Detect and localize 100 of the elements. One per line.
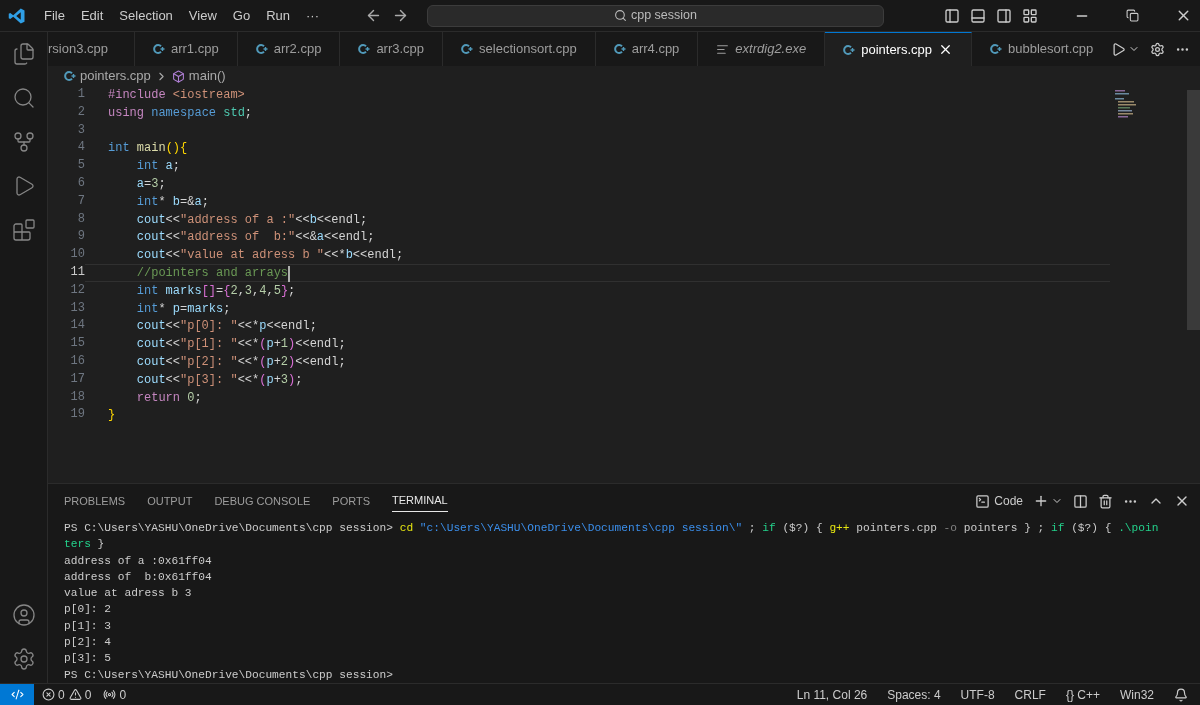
status-item[interactable]: CRLF xyxy=(1014,685,1046,704)
tab-label: selectionsort.cpp xyxy=(479,40,577,59)
panel-tab[interactable]: DEBUG CONSOLE xyxy=(214,490,311,512)
search-text: cpp session xyxy=(631,7,697,25)
line-number: 5 xyxy=(76,157,85,175)
terminal-line: p[0]: 2 xyxy=(64,602,112,618)
search-field[interactable]: cpp session xyxy=(427,4,884,27)
status-item[interactable]: UTF-8 xyxy=(960,685,995,704)
breadcrumb-item[interactable]: main() xyxy=(188,66,226,86)
cpp-file-icon xyxy=(461,43,474,55)
breadcrumb-item[interactable]: pointers.cpp xyxy=(80,66,151,86)
bell-icon[interactable] xyxy=(1174,687,1188,702)
code-line: int a; xyxy=(135,158,181,174)
tab-label: arr4.cpp xyxy=(631,40,680,59)
code-line: cout<<"p[1]: "<<*(p+1)<<endl; xyxy=(135,336,346,352)
explorer-icon[interactable] xyxy=(11,42,36,66)
code-line: #include <iostream> xyxy=(108,87,245,103)
cpp-file-icon xyxy=(613,43,626,55)
restore-icon[interactable] xyxy=(1126,9,1139,22)
account-icon[interactable] xyxy=(11,603,36,627)
warning-icon xyxy=(68,688,82,701)
tab-label: rsion3.cpp xyxy=(48,40,108,59)
close-tab-icon[interactable] xyxy=(938,42,953,57)
terminal-name[interactable]: Code xyxy=(994,492,1023,510)
code-line: int main(){ xyxy=(108,140,188,157)
scrollbar-thumb[interactable] xyxy=(1187,90,1200,330)
terminal-line: PS C:\Users\YASHU\OneDrive\Documents\cpp session> xyxy=(64,667,394,683)
cpp-file-icon xyxy=(153,43,165,55)
code-line: cout<<"p[3]: "<<*(p+3); xyxy=(135,371,303,388)
code-line: cout<<"address of a :"<<b<<endl; xyxy=(135,211,368,228)
status-item[interactable]: Win32 xyxy=(1120,685,1154,704)
tab-label: pointers.cpp xyxy=(861,40,932,59)
ports-count[interactable]: 0 xyxy=(119,685,127,704)
line-number: 1 xyxy=(76,86,85,103)
line-number: 6 xyxy=(76,175,85,192)
source-control-icon[interactable] xyxy=(11,130,36,154)
status-item[interactable]: Ln 11, Col 26 xyxy=(796,685,868,704)
run-icon[interactable] xyxy=(1111,41,1126,57)
tab-label: arr3.cpp xyxy=(376,40,425,59)
text-file-icon xyxy=(716,42,730,56)
menu-item[interactable]: File xyxy=(36,5,73,26)
line-number: 12 xyxy=(69,281,85,299)
panel-tab[interactable]: PROBLEMS xyxy=(64,490,126,512)
menu-item[interactable]: Go xyxy=(224,5,259,26)
code-line: a=3; xyxy=(135,176,166,192)
extensions-icon[interactable] xyxy=(11,218,36,242)
status-item[interactable]: Spaces: 4 xyxy=(887,685,941,704)
cube-icon xyxy=(171,69,185,83)
tab-label: bubblesort.cpp xyxy=(1008,40,1094,59)
settings-icon[interactable] xyxy=(1150,41,1165,57)
add-icon[interactable] xyxy=(1033,493,1049,509)
terminal-line: address of a :0x61ff04 xyxy=(64,553,213,569)
search-icon xyxy=(614,9,627,22)
line-number: 14 xyxy=(69,317,85,335)
menu-item[interactable]: ··· xyxy=(298,5,327,26)
menu-item[interactable]: Edit xyxy=(72,5,112,26)
search-icon[interactable] xyxy=(11,86,36,110)
remote-button[interactable] xyxy=(0,684,34,705)
menu-item[interactable]: Run xyxy=(258,5,298,26)
menu-item[interactable]: View xyxy=(180,5,225,26)
line-number: 8 xyxy=(76,210,85,228)
secondary-sidebar-icon[interactable] xyxy=(996,7,1012,24)
line-number: 13 xyxy=(69,299,85,317)
menu-item[interactable]: Selection xyxy=(111,5,181,26)
cpp-file-icon xyxy=(358,43,371,55)
panel-tab[interactable]: PORTS xyxy=(332,490,371,512)
warning-count[interactable]: 0 xyxy=(84,685,92,704)
cpp-file-icon xyxy=(843,43,856,56)
back-icon[interactable] xyxy=(365,7,382,24)
error-icon xyxy=(42,688,55,701)
ports-icon xyxy=(103,688,117,701)
code-line: cout<<"address of b:"<<&a<<endl; xyxy=(135,229,375,246)
code-line: //pointers and arrays xyxy=(135,264,289,281)
remote-icon xyxy=(10,688,24,701)
line-number: 19 xyxy=(69,406,85,424)
panel-toggle-icon[interactable] xyxy=(970,7,986,24)
trash-icon[interactable] xyxy=(1098,493,1113,509)
split-icon[interactable] xyxy=(1073,493,1088,509)
terminal-line: value at adress b 3 xyxy=(64,586,193,602)
editor-tab[interactable]: pointers.cpp xyxy=(825,32,972,66)
code-line: return 0; xyxy=(135,389,202,406)
error-count[interactable]: 0 xyxy=(58,685,65,704)
panel-tab[interactable]: OUTPUT xyxy=(147,490,193,512)
panel-tab[interactable]: TERMINAL xyxy=(392,490,448,512)
line-number: 3 xyxy=(76,121,85,139)
terminal-line: p[3]: 5 xyxy=(64,651,112,667)
line-number: 18 xyxy=(69,388,85,406)
layout-icon[interactable] xyxy=(1022,7,1038,24)
status-item[interactable]: {} C++ xyxy=(1065,685,1100,704)
cpp-file-icon xyxy=(64,70,76,82)
line-number: 10 xyxy=(69,246,85,264)
settings-icon[interactable] xyxy=(11,647,36,671)
forward-icon[interactable] xyxy=(392,7,409,24)
sidebar-toggle-icon[interactable] xyxy=(944,7,960,24)
line-number: 2 xyxy=(76,103,85,121)
tab-label: extrdig2.exe xyxy=(735,40,807,59)
tab-label: arr1.cpp xyxy=(171,40,219,59)
code-line: using namespace std; xyxy=(108,104,253,121)
tab-label: arr2.cpp xyxy=(273,40,322,59)
editor-tab[interactable]: rsion3.cpp xyxy=(48,32,135,66)
